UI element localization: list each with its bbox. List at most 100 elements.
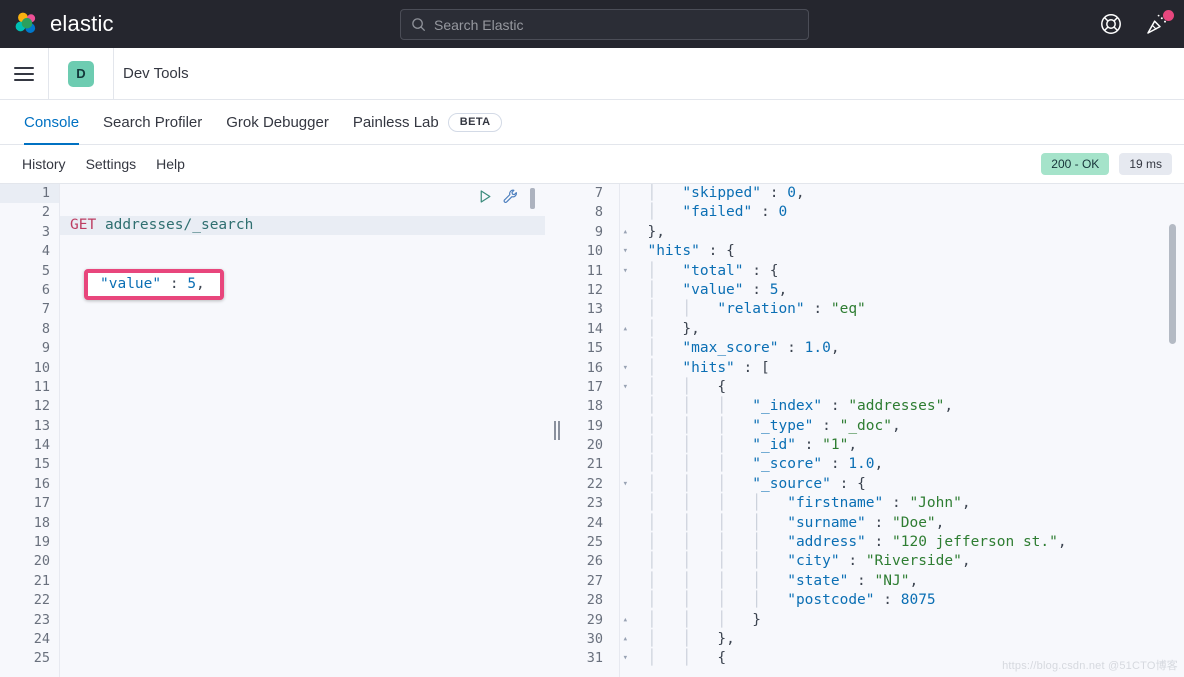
- http-method: GET: [70, 217, 96, 233]
- token-str: "_doc": [840, 418, 892, 434]
- request-scrollbar-thumb[interactable]: [530, 188, 535, 209]
- token-key: "postcode": [787, 592, 874, 608]
- token-brace: {: [726, 243, 735, 259]
- response-line-number: 12: [568, 281, 619, 300]
- whats-new-button[interactable]: [1144, 11, 1170, 37]
- token-punct: ,: [831, 340, 840, 356]
- indent-guide: │: [647, 515, 656, 531]
- token-punct: ,: [962, 553, 971, 569]
- token-punct: :: [848, 573, 874, 589]
- watermark: https://blog.csdn.net @51CTO博客: [1002, 657, 1178, 673]
- token-key: "_type": [752, 418, 813, 434]
- tab-label: Painless Lab: [353, 114, 439, 131]
- token-brace: [: [761, 360, 770, 376]
- response-line-number: 8: [568, 203, 619, 222]
- token-str: "Riverside": [866, 553, 962, 569]
- global-search[interactable]: [400, 9, 809, 40]
- indent-guide: │: [647, 321, 656, 337]
- response-scrollbar-thumb[interactable]: [1169, 224, 1176, 344]
- play-triangle-icon[interactable]: [477, 188, 494, 205]
- response-line: │ │ │ │ "city" : "Riverside",: [620, 552, 1184, 571]
- tab-painless-lab[interactable]: Painless Lab BETA: [341, 100, 515, 144]
- pane-splitter[interactable]: [545, 184, 568, 677]
- indent-guide: │: [647, 534, 656, 550]
- response-line-number: 25: [568, 533, 619, 552]
- app-badge: D: [68, 61, 94, 87]
- request-line-number: 2: [0, 203, 59, 222]
- indent-guide: │: [647, 495, 656, 511]
- indent-guide: │: [647, 204, 656, 220]
- response-code[interactable]: │ "skipped" : 0, │ "failed" : 0 }, "hits…: [620, 184, 1184, 677]
- annotation-highlight-text: "value" : 5,: [100, 275, 205, 294]
- response-line: │ │ │ │ "surname" : "Doe",: [620, 514, 1184, 533]
- token-key: "_index": [752, 398, 822, 414]
- indent-guide: │: [647, 340, 656, 356]
- indent-guide: │: [752, 553, 761, 569]
- response-pane[interactable]: 789▴10▾11▾121314▴1516▾17▾1819202122▾2324…: [568, 184, 1184, 677]
- response-line-number: 21: [568, 455, 619, 474]
- token-brace: {: [857, 476, 866, 492]
- response-line-number: 26: [568, 552, 619, 571]
- token-key: "relation": [717, 301, 804, 317]
- response-line: │ "skipped" : 0,: [620, 184, 1184, 203]
- indent-guide: │: [647, 456, 656, 472]
- wrench-icon[interactable]: [502, 188, 519, 205]
- indent-guide: │: [752, 515, 761, 531]
- request-editor-pane[interactable]: 1234567891011121314151617181920212223242…: [0, 184, 545, 677]
- brand[interactable]: elastic: [0, 11, 250, 37]
- indent-guide: │: [682, 456, 691, 472]
- indent-guide: │: [752, 592, 761, 608]
- indent-guide: │: [682, 650, 691, 666]
- tab-console[interactable]: Console: [12, 100, 91, 144]
- token-str: "John": [909, 495, 961, 511]
- request-line-number: 23: [0, 611, 59, 630]
- request-line-number: 17: [0, 494, 59, 513]
- help-link-button[interactable]: Help: [146, 156, 195, 172]
- token-punct: ,: [848, 437, 857, 453]
- request-line-number: 19: [0, 533, 59, 552]
- indent-guide: │: [682, 573, 691, 589]
- indent-guide: │: [647, 301, 656, 317]
- tab-grok-debugger[interactable]: Grok Debugger: [214, 100, 341, 144]
- response-line-number: 17▾: [568, 378, 619, 397]
- token-punct: :: [805, 301, 831, 317]
- indent-guide: │: [682, 592, 691, 608]
- page-title: Dev Tools: [114, 65, 189, 82]
- request-line-number: 20: [0, 552, 59, 571]
- indent-guide: │: [647, 612, 656, 628]
- search-input[interactable]: [434, 17, 798, 33]
- request-line-number: 5: [0, 262, 59, 281]
- request-line-number: 15: [0, 455, 59, 474]
- token-str: "120 jefferson st.": [892, 534, 1058, 550]
- response-line-number: 30▴: [568, 630, 619, 649]
- response-line: │ │ │ "_index" : "addresses",: [620, 397, 1184, 416]
- indent-guide: │: [752, 534, 761, 550]
- tab-search-profiler[interactable]: Search Profiler: [91, 100, 214, 144]
- hamburger-menu-icon[interactable]: [0, 48, 48, 100]
- request-line-number: 18: [0, 514, 59, 533]
- request-line-number: 8: [0, 320, 59, 339]
- response-line-number: 22▾: [568, 475, 619, 494]
- response-line-number: 9▴: [568, 223, 619, 242]
- response-line-number: 16▾: [568, 359, 619, 378]
- tab-label: Search Profiler: [103, 114, 202, 131]
- request-code[interactable]: GET addresses/_search: [60, 184, 545, 677]
- response-line: │ │ │ │ "postcode" : 8075: [620, 591, 1184, 610]
- indent-guide: │: [717, 456, 726, 472]
- history-button[interactable]: History: [12, 156, 76, 172]
- response-line: │ "failed" : 0: [620, 203, 1184, 222]
- indent-guide: │: [647, 476, 656, 492]
- help-button[interactable]: [1098, 11, 1124, 37]
- request-line-number: 9: [0, 339, 59, 358]
- token-punct: ,: [875, 456, 884, 472]
- response-line: │ "hits" : [: [620, 359, 1184, 378]
- token-brace: {: [770, 263, 779, 279]
- token-brace: {: [717, 379, 726, 395]
- response-line: │ │ │ │ "state" : "NJ",: [620, 572, 1184, 591]
- token-punct: :: [840, 553, 866, 569]
- settings-button[interactable]: Settings: [76, 156, 147, 172]
- request-line-number: 13: [0, 417, 59, 436]
- indent-guide: │: [682, 612, 691, 628]
- response-line-number: 24: [568, 514, 619, 533]
- indent-guide: │: [682, 553, 691, 569]
